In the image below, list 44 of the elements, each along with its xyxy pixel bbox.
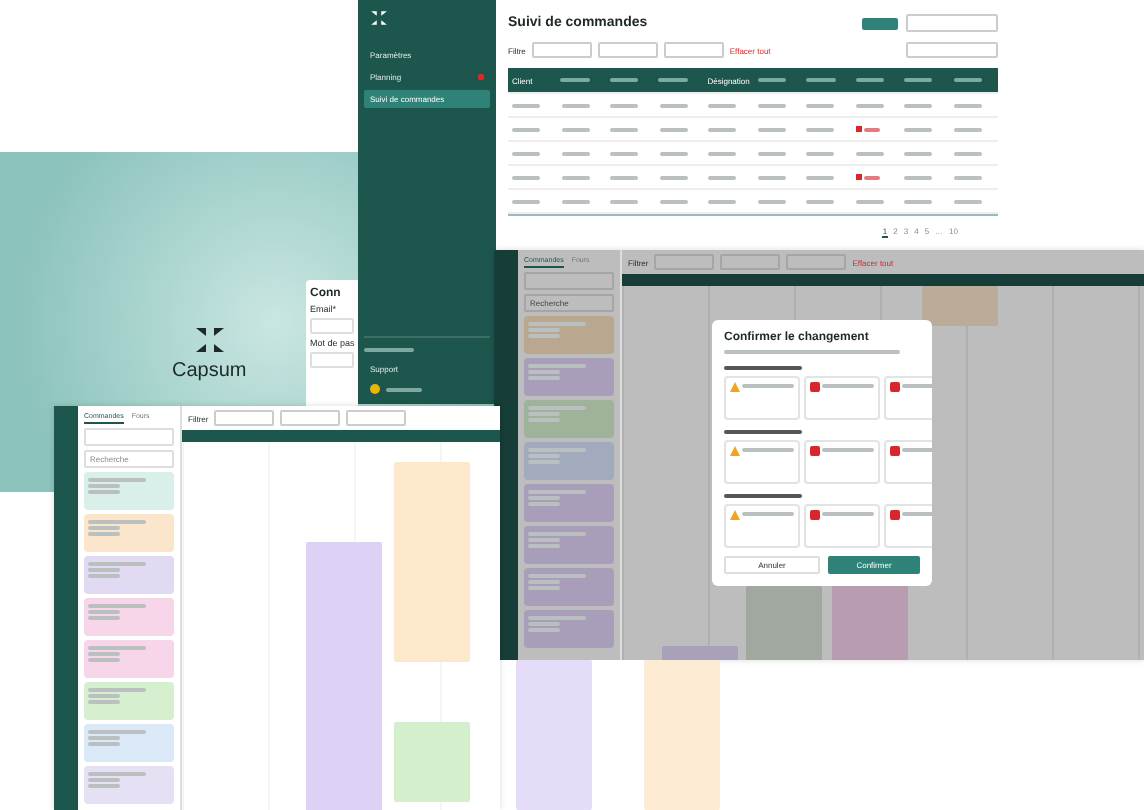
logo-icon <box>370 10 388 26</box>
brand-name: Capsum <box>172 360 247 382</box>
order-card[interactable] <box>524 526 614 564</box>
password-field[interactable] <box>310 352 354 368</box>
error-icon <box>810 382 820 392</box>
filter-dropdown[interactable] <box>214 410 275 426</box>
date-range-field[interactable] <box>906 14 998 32</box>
order-card[interactable] <box>84 766 174 804</box>
order-card[interactable] <box>84 640 174 678</box>
avatar-icon <box>370 384 380 394</box>
order-card[interactable] <box>524 568 614 606</box>
filter-dropdown[interactable] <box>720 254 781 270</box>
error-icon <box>890 446 900 456</box>
filter-dropdown[interactable] <box>597 42 658 58</box>
order-card[interactable] <box>524 610 614 648</box>
order-card[interactable] <box>524 484 614 522</box>
filter-dropdown[interactable] <box>531 42 592 58</box>
filter-dropdown[interactable] <box>346 410 407 426</box>
search-field[interactable] <box>906 42 998 58</box>
order-card[interactable] <box>84 472 174 510</box>
logo-icon <box>193 326 226 354</box>
order-card[interactable] <box>84 598 174 636</box>
order-card[interactable] <box>84 724 174 762</box>
order-card[interactable] <box>524 442 614 480</box>
warning-icon <box>730 510 740 520</box>
error-icon <box>810 510 820 520</box>
error-icon <box>890 382 900 392</box>
filter-dropdown[interactable] <box>280 410 341 426</box>
order-card[interactable] <box>524 358 614 396</box>
toggle-button[interactable] <box>862 17 898 29</box>
error-icon <box>810 446 820 456</box>
warning-icon <box>730 446 740 456</box>
error-icon <box>890 510 900 520</box>
date-range-field[interactable] <box>524 272 614 290</box>
order-card[interactable] <box>84 682 174 720</box>
filter-dropdown[interactable] <box>663 42 724 58</box>
order-card[interactable] <box>524 316 614 354</box>
order-card[interactable] <box>524 400 614 438</box>
filter-dropdown[interactable] <box>654 254 715 270</box>
order-card[interactable] <box>84 556 174 594</box>
warning-icon <box>730 382 740 392</box>
filter-dropdown[interactable] <box>786 254 847 270</box>
order-card[interactable] <box>84 514 174 552</box>
email-field[interactable] <box>310 318 354 334</box>
